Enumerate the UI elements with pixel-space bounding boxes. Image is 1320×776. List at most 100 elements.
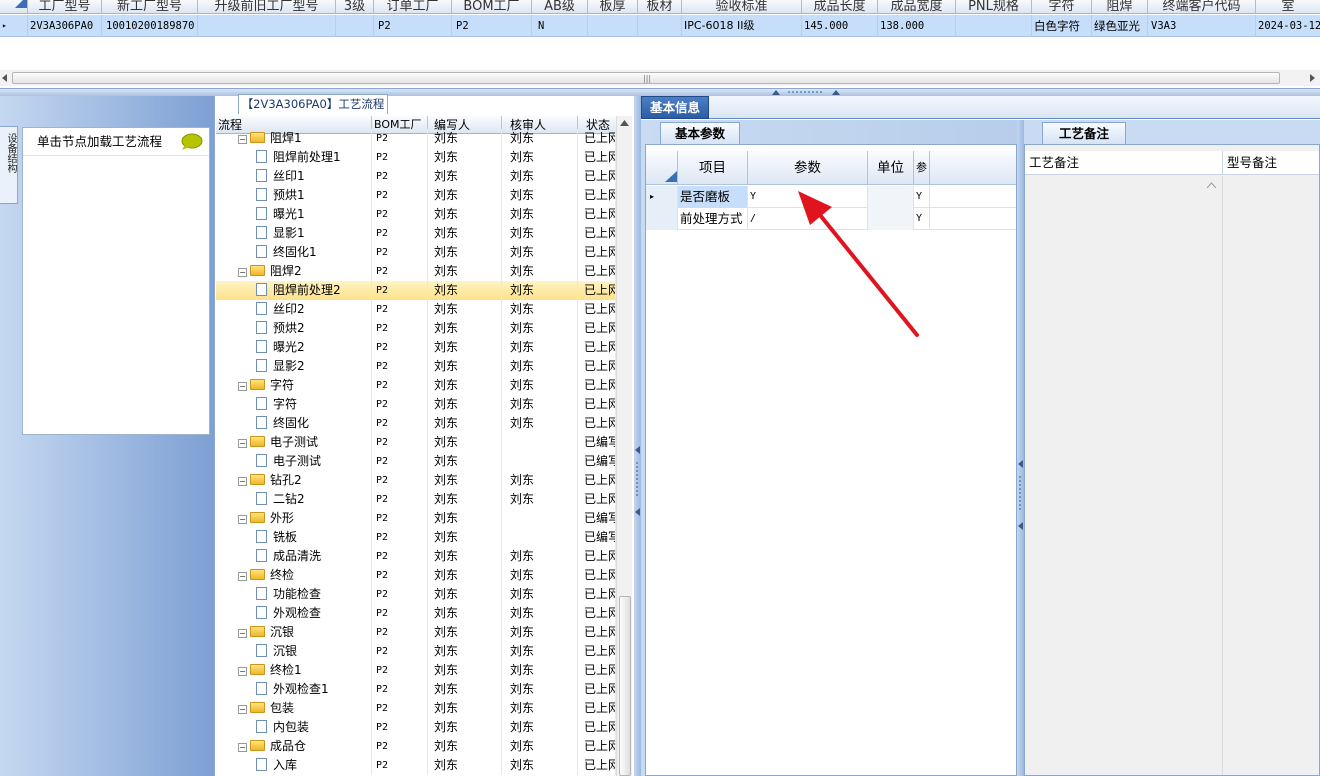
tree-row[interactable]: 字符P2刘东刘东已上网: [216, 395, 616, 414]
collapse-icon[interactable]: −: [238, 667, 247, 676]
tree-node[interactable]: 阻焊前处理2: [216, 281, 372, 300]
param-item[interactable]: 是否磨板: [678, 186, 748, 208]
tree-node[interactable]: 成品清洗: [216, 547, 372, 566]
tree-row[interactable]: −阻焊1P2刘东刘东已上网: [216, 129, 616, 148]
cell-date[interactable]: 2024-03-12: [1256, 15, 1320, 37]
col-new-factory-model[interactable]: 新工厂型号: [102, 0, 198, 13]
col-character[interactable]: 字符: [1032, 0, 1092, 13]
cell-solder-mask[interactable]: 绿色亚光: [1092, 15, 1148, 37]
collapse-icon[interactable]: −: [238, 743, 247, 752]
col-pnl-spec[interactable]: PNL规格: [956, 0, 1032, 13]
tree-node[interactable]: − 阻焊1: [216, 129, 372, 148]
tree-row[interactable]: −阻焊2P2刘东刘东已上网: [216, 262, 616, 281]
col-param[interactable]: 参数: [748, 151, 868, 185]
tree-row[interactable]: − 外形 P2刘东 已编写: [216, 509, 616, 528]
tree-node[interactable]: 内包装: [216, 718, 372, 737]
tree-node[interactable]: 丝印2: [216, 300, 372, 319]
cell-ab-level[interactable]: N: [532, 15, 588, 37]
tree-node[interactable]: 铣板: [216, 528, 372, 547]
process-flow-vscrollbar[interactable]: [616, 116, 632, 776]
tree-row[interactable]: 终固化P2刘东刘东已上网: [216, 414, 616, 433]
tree-node[interactable]: 显影2: [216, 357, 372, 376]
tree-node[interactable]: − 包装: [216, 699, 372, 718]
tree-node[interactable]: 字符: [216, 395, 372, 414]
tree-row[interactable]: −包装P2刘东刘东已上网: [216, 699, 616, 718]
tree-node[interactable]: − 字符: [216, 376, 372, 395]
tab-basic-info[interactable]: 基本信息: [641, 96, 709, 119]
collapse-icon[interactable]: −: [238, 629, 247, 638]
cell-order-factory[interactable]: P2: [374, 15, 452, 37]
cell-character[interactable]: 白色字符: [1032, 15, 1092, 37]
col-factory-model[interactable]: 工厂型号: [28, 0, 102, 13]
param-item[interactable]: 前处理方式: [678, 208, 748, 230]
vertical-splitter-right[interactable]: [1017, 120, 1024, 776]
scroll-left-icon[interactable]: [2, 74, 8, 82]
tree-row[interactable]: 丝印1P2刘东刘东已上网: [216, 167, 616, 186]
collapse-icon[interactable]: −: [238, 439, 247, 448]
tree-node[interactable]: 预烘2: [216, 319, 372, 338]
tree-row[interactable]: 电子测试 P2刘东 已编写: [216, 452, 616, 471]
tree-row[interactable]: 沉银P2刘东刘东已上网: [216, 642, 616, 661]
col-item[interactable]: 项目: [678, 151, 748, 185]
tree-row[interactable]: 丝印2P2刘东刘东已上网: [216, 300, 616, 319]
tree-row[interactable]: −成品仓P2刘东刘东已上网: [216, 737, 616, 756]
col-length[interactable]: 成品长度: [802, 0, 878, 13]
tree-node[interactable]: 二钻2: [216, 490, 372, 509]
cell-thickness[interactable]: [588, 15, 638, 37]
tree-node[interactable]: − 沉银: [216, 623, 372, 642]
tree-node[interactable]: 丝印1: [216, 167, 372, 186]
tree-node[interactable]: 曝光1: [216, 205, 372, 224]
col-order-factory[interactable]: 订单工厂: [374, 0, 452, 13]
tree-row[interactable]: 显影1P2刘东刘东已上网: [216, 224, 616, 243]
vertical-splitter-left[interactable]: [634, 96, 641, 776]
tree-row[interactable]: −字符P2刘东刘东已上网: [216, 376, 616, 395]
tree-row[interactable]: 显影2P2刘东刘东已上网: [216, 357, 616, 376]
cell-old-factory-model[interactable]: [198, 15, 336, 37]
tree-node[interactable]: − 电子测试: [216, 433, 372, 452]
tree-node[interactable]: 阻焊前处理1: [216, 148, 372, 167]
cell-new-factory-model[interactable]: 10010200189870: [102, 15, 198, 37]
tree-row[interactable]: 功能检查P2刘东刘东已上网: [216, 585, 616, 604]
process-remark-textarea[interactable]: [1027, 176, 1223, 775]
horizontal-splitter[interactable]: [0, 88, 1320, 96]
tree-node[interactable]: 预烘1: [216, 186, 372, 205]
collapse-icon[interactable]: −: [238, 572, 247, 581]
tree-row[interactable]: −终检1P2刘东刘东已上网: [216, 661, 616, 680]
hscroll-thumb[interactable]: |||: [12, 72, 1280, 84]
col-solder-mask[interactable]: 阻焊: [1092, 0, 1148, 13]
collapse-icon[interactable]: −: [238, 477, 247, 486]
tree-row[interactable]: 预烘1P2刘东刘东已上网: [216, 186, 616, 205]
col-flag[interactable]: 参: [914, 151, 930, 185]
tree-row[interactable]: 阻焊前处理2P2刘东刘东已上网: [216, 281, 616, 300]
tree-node[interactable]: 终固化: [216, 414, 372, 433]
tab-device-structure[interactable]: 设备结构: [0, 126, 18, 204]
scroll-up-icon[interactable]: [620, 120, 629, 126]
cell-customer-code[interactable]: V3A3: [1148, 15, 1256, 37]
col-acceptance[interactable]: 验收标准: [682, 0, 802, 13]
tree-row[interactable]: 外观检查P2刘东刘东已上网: [216, 604, 616, 623]
col-thickness[interactable]: 板厚: [588, 0, 638, 13]
tree-node[interactable]: − 外形: [216, 509, 372, 528]
order-grid-hscrollbar[interactable]: |||: [0, 70, 1320, 86]
tree-row[interactable]: − 电子测试 P2刘东 已编写: [216, 433, 616, 452]
cell-level3[interactable]: [336, 15, 374, 37]
col-ab-level[interactable]: AB级: [532, 0, 588, 13]
order-row[interactable]: ▸ 2V3A306PA0 10010200189870 P2 P2 N IPC-…: [0, 15, 1320, 37]
col-unit[interactable]: 单位: [868, 151, 914, 185]
col-level3[interactable]: 3级: [336, 0, 374, 13]
col-room[interactable]: 室: [1256, 0, 1320, 13]
tree-node[interactable]: 外观检查: [216, 604, 372, 623]
cell-width[interactable]: 138.000: [878, 15, 956, 37]
cell-length[interactable]: 145.000: [802, 15, 878, 37]
tree-node[interactable]: 沉银: [216, 642, 372, 661]
tree-row[interactable]: 曝光1P2刘东刘东已上网: [216, 205, 616, 224]
tree-row[interactable]: 外观检查1P2刘东刘东已上网: [216, 680, 616, 699]
col-customer-code[interactable]: 终端客户代码: [1148, 0, 1256, 13]
collapse-icon[interactable]: −: [238, 515, 247, 524]
cell-acceptance[interactable]: IPC-6018 II级: [682, 15, 802, 37]
tree-node[interactable]: − 成品仓: [216, 737, 372, 756]
col-material[interactable]: 板材: [638, 0, 682, 13]
tab-basic-params[interactable]: 基本参数: [660, 122, 740, 144]
scroll-right-icon[interactable]: [1310, 74, 1316, 82]
cell-pnl-spec[interactable]: [956, 15, 1032, 37]
